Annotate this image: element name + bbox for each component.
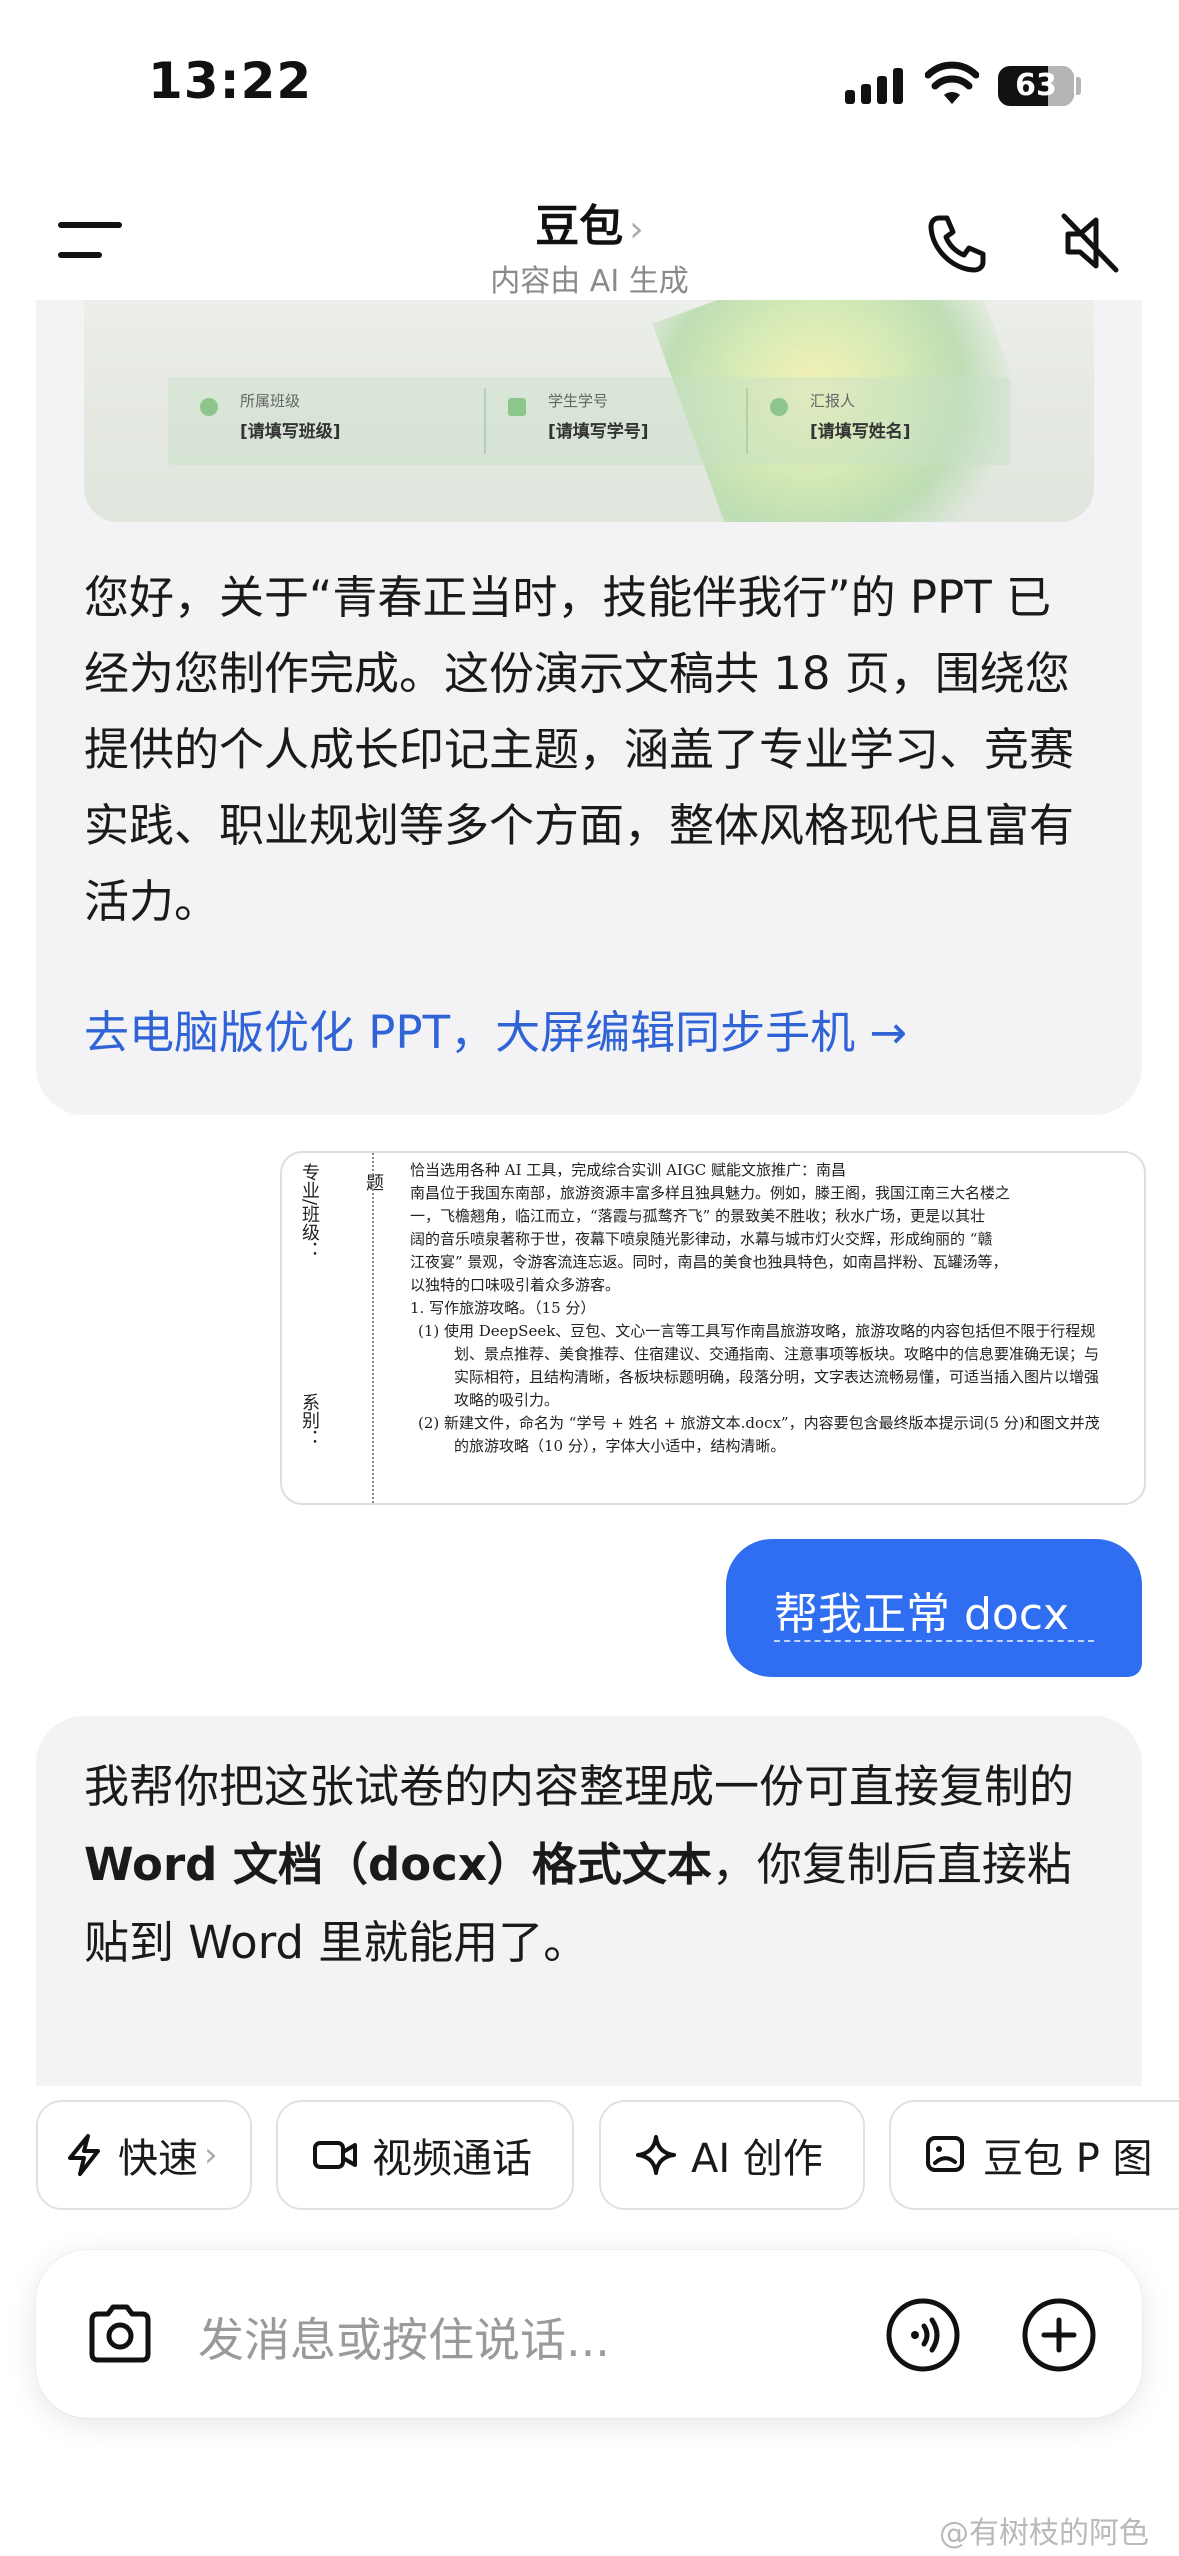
exam-binding-margin: 专业/班级： 系别： 题 xyxy=(282,1153,402,1503)
watermark: @有树枝的阿色 xyxy=(939,2516,1149,2551)
divider xyxy=(746,388,748,454)
exam-line: 一，飞檐翘角，临江而立，“落霞与孤鹜齐飞” 的景致美不胜收；秋水广场，更是以其壮 xyxy=(410,1207,986,1225)
ppt-field-student-id: 学生学号 [请填写学号] xyxy=(548,392,649,442)
status-time: 13:22 xyxy=(148,52,313,110)
chip-image-edit[interactable]: 豆包 P 图 xyxy=(889,2100,1179,2210)
chip-fast-mode[interactable]: 快速 › xyxy=(36,2100,252,2210)
exam-line: 阔的音乐喷泉著称于世，夜幕下喷泉随光影律动，水幕与城市灯火交辉，形成绚丽的 “赣 xyxy=(410,1230,993,1248)
voice-input-icon[interactable] xyxy=(884,2296,962,2374)
cellular-signal-icon xyxy=(845,68,905,104)
plus-icon[interactable] xyxy=(1020,2296,1098,2374)
chip-label: 豆包 P 图 xyxy=(983,2136,1153,2182)
battery-tip xyxy=(1076,77,1081,95)
chat-subtitle: 内容由 AI 生成 xyxy=(490,264,689,299)
chip-video-call[interactable]: 视频通话 xyxy=(276,2100,574,2210)
side-label-dept: 系别： xyxy=(299,1393,320,1447)
exam-line: 1. 写作旅游攻略。（15 分） xyxy=(410,1299,596,1317)
ppt-field-reporter: 汇报人 [请填写姓名] xyxy=(810,392,911,442)
chevron-right-icon: › xyxy=(204,2135,218,2175)
exam-paper-image[interactable]: 专业/班级： 系别： 题 恰当选用各种 AI 工具，完成综合实训 AIGC 赋能… xyxy=(280,1151,1146,1505)
battery-icon: 63 xyxy=(998,66,1074,106)
user-message-text: 帮我正常 docx xyxy=(774,1589,1070,1640)
user-icon xyxy=(770,398,788,416)
side-label-major: 专业/班级： xyxy=(299,1163,320,1260)
exam-item: (2) 新建文件，命名为 “学号 + 姓名 + 旅游文本.docx”，内容要包含… xyxy=(418,1414,1100,1455)
chip-label: AI 创作 xyxy=(691,2136,823,2182)
exam-line: 以独特的口味吸引着众多游客。 xyxy=(410,1276,621,1294)
id-card-icon xyxy=(508,398,526,416)
exam-text: 恰当选用各种 AI 工具，完成综合实训 AIGC 赋能文旅推广：南昌 南昌位于我… xyxy=(410,1159,1110,1458)
chat-title-text: 豆包 xyxy=(535,201,624,252)
message-input[interactable]: 发消息或按住说话... xyxy=(198,2304,610,2370)
phone-call-icon[interactable] xyxy=(925,212,989,276)
wifi-icon xyxy=(924,60,980,106)
ai-message-text: 您好，关于“青春正当时，技能伴我行”的 PPT 已经为您制作完成。这份演示文稿共… xyxy=(84,571,1075,928)
sparkle-icon xyxy=(636,2135,676,2175)
chevron-right-icon: › xyxy=(629,209,644,250)
chip-label: 快速 xyxy=(118,2136,198,2182)
chip-ai-create[interactable]: AI 创作 xyxy=(599,2100,865,2210)
image-edit-icon xyxy=(926,2136,964,2172)
exam-line: 南昌位于我国东南部，旅游资源丰富多样且独具魅力。例如，滕王阁，我国江南三大名楼之 xyxy=(410,1184,1011,1202)
chat-title[interactable]: 豆包 › xyxy=(0,190,1179,254)
message-underline xyxy=(774,1640,1094,1642)
ai-message-text: 我帮你把这张试卷的内容整理成一份可直接复制的 Word 文档（docx）格式文本… xyxy=(84,1760,1075,1969)
optimize-ppt-link[interactable]: 去电脑版优化 PPT，大屏编辑同步手机 → xyxy=(84,996,907,1061)
camera-icon[interactable] xyxy=(84,2298,156,2370)
chip-label: 视频通话 xyxy=(372,2136,532,2182)
video-icon xyxy=(313,2141,357,2169)
speaker-mute-icon[interactable] xyxy=(1058,210,1124,276)
exam-line: 江夜宴” 景观，令游客流连忘返。同时，南昌的美食也独具特色，如南昌拌粉、瓦罐汤等… xyxy=(410,1253,1008,1271)
binding-line xyxy=(372,1153,374,1503)
battery-level: 63 xyxy=(1015,68,1057,103)
divider xyxy=(484,388,486,454)
exam-line: 恰当选用各种 AI 工具，完成综合实训 AIGC 赋能文旅推广：南昌 xyxy=(410,1161,847,1179)
user-icon xyxy=(200,398,218,416)
lightning-icon xyxy=(68,2134,100,2176)
ppt-field-class: 所属班级 [请填写班级] xyxy=(240,392,341,442)
exam-item: (1) 使用 DeepSeek、豆包、文心一言等工具写作南昌旅游攻略，旅游攻略的… xyxy=(418,1322,1100,1409)
